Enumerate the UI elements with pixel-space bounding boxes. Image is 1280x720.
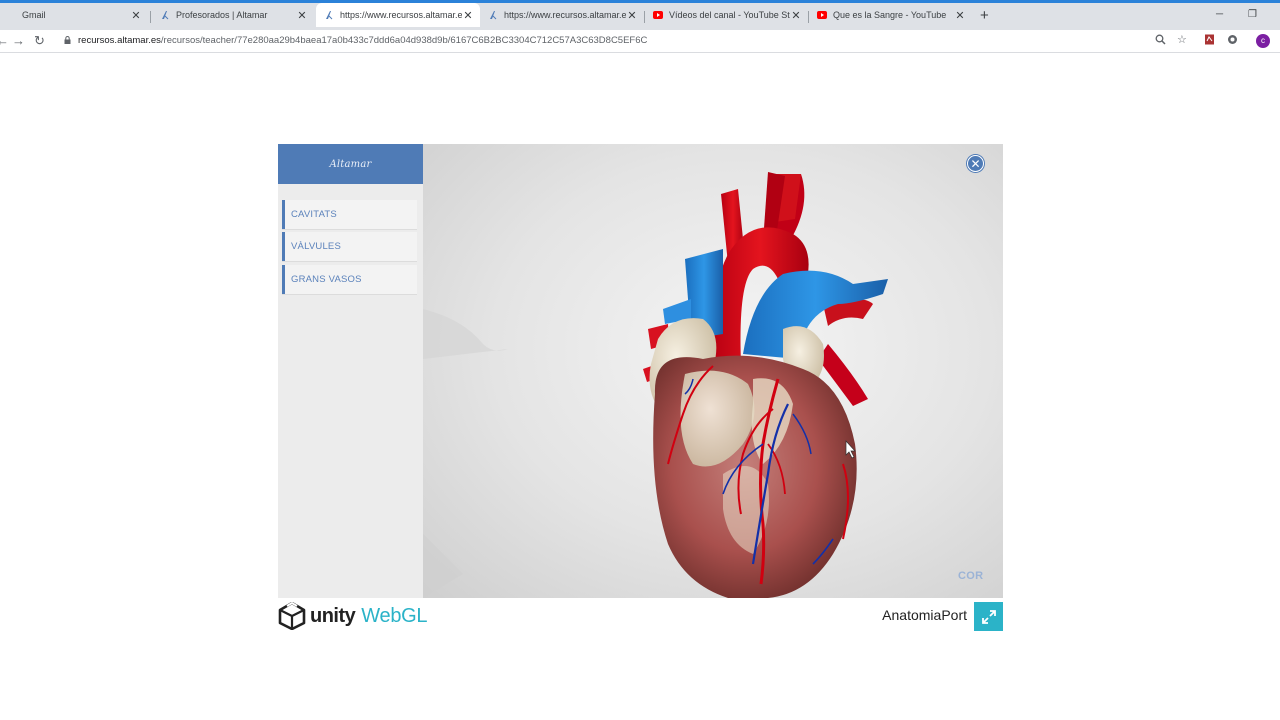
menu-item-cavitats[interactable]: CAVITATS — [282, 200, 417, 229]
tab-youtube-studio[interactable]: Vídeos del canal - YouTube Studi ✕ — [645, 3, 808, 27]
webgl-wordmark: WebGL — [361, 604, 428, 627]
url-path: /recursos/teacher/77e280aa29b4baea17a0b4… — [160, 35, 648, 46]
tab-title: https://www.recursos.altamar.es/ — [340, 10, 462, 20]
tab-youtube-sangre[interactable]: Que es la Sangre - YouTube ✕ — [809, 3, 972, 27]
close-tab-icon[interactable]: ✕ — [130, 9, 142, 22]
extension-icon[interactable] — [1227, 34, 1238, 48]
tab-recursos-active[interactable]: https://www.recursos.altamar.es/ ✕ — [316, 3, 480, 27]
close-tab-icon[interactable]: ✕ — [954, 9, 966, 22]
forward-button[interactable]: → — [12, 33, 25, 49]
tab-profesorados[interactable]: Profesorados | Altamar ✕ — [152, 3, 314, 27]
profile-avatar[interactable]: c — [1256, 34, 1270, 48]
altamar-icon — [488, 10, 498, 20]
url-host: recursos.altamar.es — [78, 35, 161, 46]
tab-title: Que es la Sangre - YouTube — [833, 10, 947, 20]
tab-title: https://www.recursos.altamar.es/ — [504, 10, 626, 20]
zoom-icon[interactable] — [1155, 34, 1166, 48]
bookmark-star-icon[interactable]: ☆ — [1177, 34, 1187, 46]
close-tab-icon[interactable]: ✕ — [626, 9, 638, 22]
restore-button[interactable]: ❐ — [1248, 9, 1257, 20]
new-tab-button[interactable]: + — [980, 8, 989, 23]
back-button[interactable]: ← — [0, 33, 9, 49]
sidebar: Altamar CAVITATS VÀLVULES GRANS VASOS — [278, 144, 423, 598]
altamar-icon — [160, 10, 170, 20]
tab-separator — [150, 11, 151, 23]
close-tab-icon[interactable]: ✕ — [296, 9, 308, 22]
3d-viewport[interactable] — [423, 144, 1003, 598]
youtube-icon — [817, 10, 827, 20]
tab-title: Gmail — [22, 10, 46, 20]
youtube-icon — [653, 10, 663, 20]
menu-item-label: GRANS VASOS — [291, 274, 362, 285]
heart-model[interactable] — [423, 144, 1003, 598]
close-button[interactable]: ✕ — [967, 155, 984, 172]
close-tab-icon[interactable]: ✕ — [462, 9, 474, 22]
unity-wordmark: unity — [310, 604, 356, 627]
unity-webgl-logo: unity WebGL — [278, 602, 428, 630]
tab-title: Profesorados | Altamar — [176, 10, 268, 20]
browser-toolbar: ← → ↻ recursos.altamar.es/recursos/teach… — [0, 30, 1280, 53]
tab-gmail[interactable]: Gmail ✕ — [0, 3, 148, 27]
fullscreen-button[interactable] — [974, 602, 1003, 631]
gmail-icon — [6, 10, 16, 20]
unity-canvas[interactable]: Altamar CAVITATS VÀLVULES GRANS VASOS ✕ … — [278, 144, 1003, 598]
altamar-icon — [324, 10, 334, 20]
view-label: COR — [958, 570, 984, 582]
menu-item-label: VÀLVULES — [291, 241, 342, 252]
menu-item-grans-vasos[interactable]: GRANS VASOS — [282, 265, 417, 294]
pdf-extension-icon[interactable] — [1204, 34, 1215, 48]
product-name: AnatomiaPort — [882, 607, 967, 623]
url-text: recursos.altamar.es/recursos/teacher/77e… — [78, 35, 647, 46]
menu-item-valvules[interactable]: VÀLVULES — [282, 232, 417, 261]
tab-title: Vídeos del canal - YouTube Studi — [669, 10, 790, 20]
close-tab-icon[interactable]: ✕ — [790, 9, 802, 22]
unity-icon — [278, 602, 306, 630]
lock-icon — [64, 36, 71, 44]
altamar-logo: Altamar — [329, 158, 372, 170]
menu-item-label: CAVITATS — [291, 209, 337, 220]
tab-recursos[interactable]: https://www.recursos.altamar.es/ ✕ — [480, 3, 644, 27]
minimize-button[interactable]: ─ — [1216, 9, 1223, 20]
address-bar[interactable]: recursos.altamar.es/recursos/teacher/77e… — [60, 32, 1200, 51]
fullscreen-icon — [981, 609, 996, 624]
reload-button[interactable]: ↻ — [34, 33, 45, 49]
unity-footer: unity WebGL AnatomiaPort — [278, 600, 1003, 632]
altamar-logo-bar: Altamar — [278, 144, 423, 184]
